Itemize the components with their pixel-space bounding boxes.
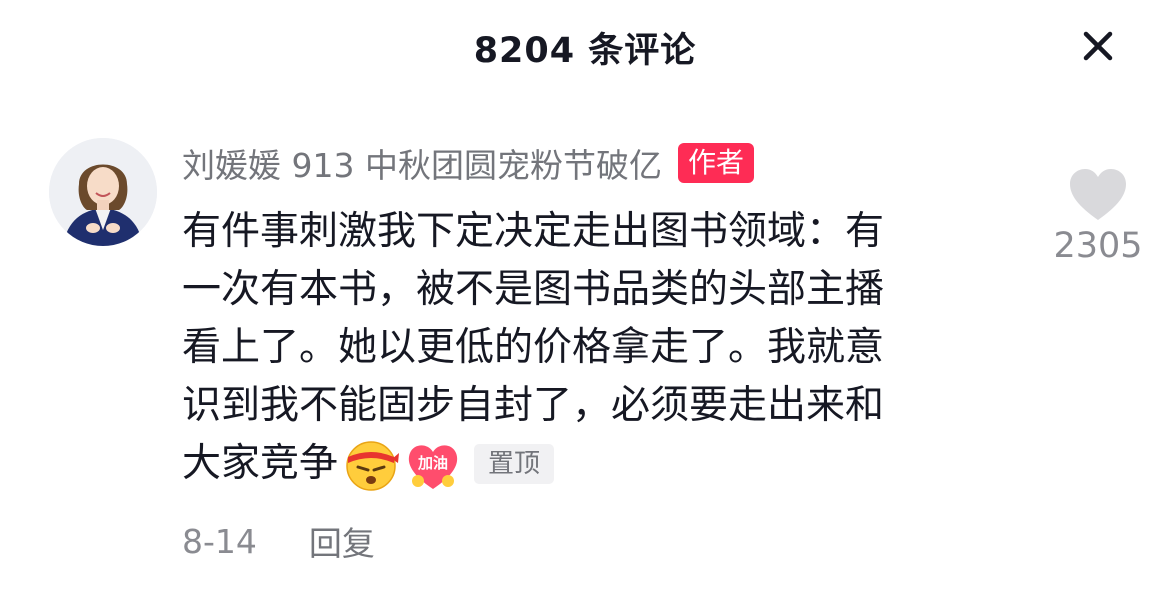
comments-panel: 8204 条评论 刘媛媛 913 中秋团圆宠粉节破亿 作者 有件事刺激我下定决定… [0,0,1170,590]
jiayou-text: 加油 [417,454,448,472]
like-count: 2305 [1053,226,1143,266]
close-button[interactable] [1078,26,1118,66]
jiayou-heart-emoji-icon: 加油 [408,445,458,489]
headband-determined-emoji-icon [346,441,400,491]
comment-line: 一次有本书，被不是图书品类的头部主播 [182,267,885,312]
comment-author-row: 刘媛媛 913 中秋团圆宠粉节破亿 作者 [182,140,754,186]
reply-button[interactable]: 回复 [309,517,375,565]
comment-body: 有件事刺激我下定决定走出图书领域：有 一次有本书，被不是图书品类的头部主播 看上… [182,203,997,493]
author-badge: 作者 [677,143,754,183]
avatar-portrait-icon [49,138,157,246]
comment-line: 大家竞争 [182,441,339,486]
avatar[interactable] [49,138,157,246]
like-button[interactable] [1068,168,1128,222]
comment-date: 8-14 [182,521,257,561]
comment-last-line: 大家竞争 加油 置顶 [182,435,997,493]
pinned-badge: 置顶 [474,444,555,484]
comment-author-name[interactable]: 刘媛媛 913 中秋团圆宠粉节破亿 [182,139,662,187]
comment-line: 有件事刺激我下定决定走出图书领域：有 [182,209,885,254]
comment-meta-row: 8-14 回复 [182,518,375,564]
comments-count-title: 8204 条评论 [473,31,697,71]
heart-icon [1070,169,1126,220]
close-icon [1083,31,1113,61]
comment-line: 识到我不能固步自封了，必须要走出来和 [182,383,885,428]
comment-line: 看上了。她以更低的价格拿走了。我就意 [182,325,885,370]
